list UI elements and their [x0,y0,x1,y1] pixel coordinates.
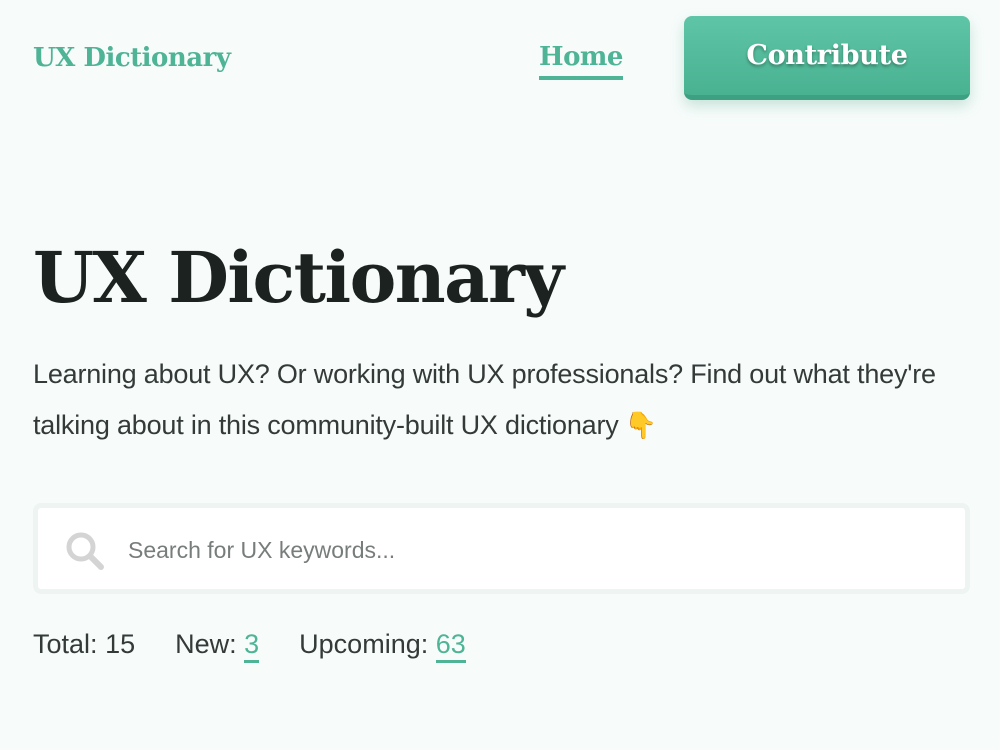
stat-upcoming-link[interactable]: 63 [435,629,466,663]
stat-upcoming-label: Upcoming: [299,629,429,659]
site-header: UX Dictionary Home Contribute [0,0,1000,120]
nav-home-link[interactable]: Home [539,40,623,80]
stat-new-link[interactable]: 3 [244,629,260,663]
stats-bar: Total: 15 New: 3 Upcoming: 63 [33,624,506,664]
site-logo[interactable]: UX Dictionary [33,40,231,76]
search-input[interactable] [126,522,950,578]
contribute-button[interactable]: Contribute [684,16,970,100]
pointing-down-emoji: 👇 [624,411,657,441]
stat-total-label: Total: [33,629,98,659]
hero-description: Learning about UX? Or working with UX pr… [33,349,978,452]
hero-description-text: Learning about UX? Or working with UX pr… [33,359,936,440]
stat-total: Total: 15 [33,624,135,664]
search-box [33,503,970,594]
stat-new: New: 3 [175,624,260,664]
stat-new-label: New: [175,629,237,659]
stat-upcoming: Upcoming: 63 [299,624,466,664]
page-title: UX Dictionary [33,236,564,319]
search-icon [66,532,104,570]
stat-total-value: 15 [105,629,136,659]
